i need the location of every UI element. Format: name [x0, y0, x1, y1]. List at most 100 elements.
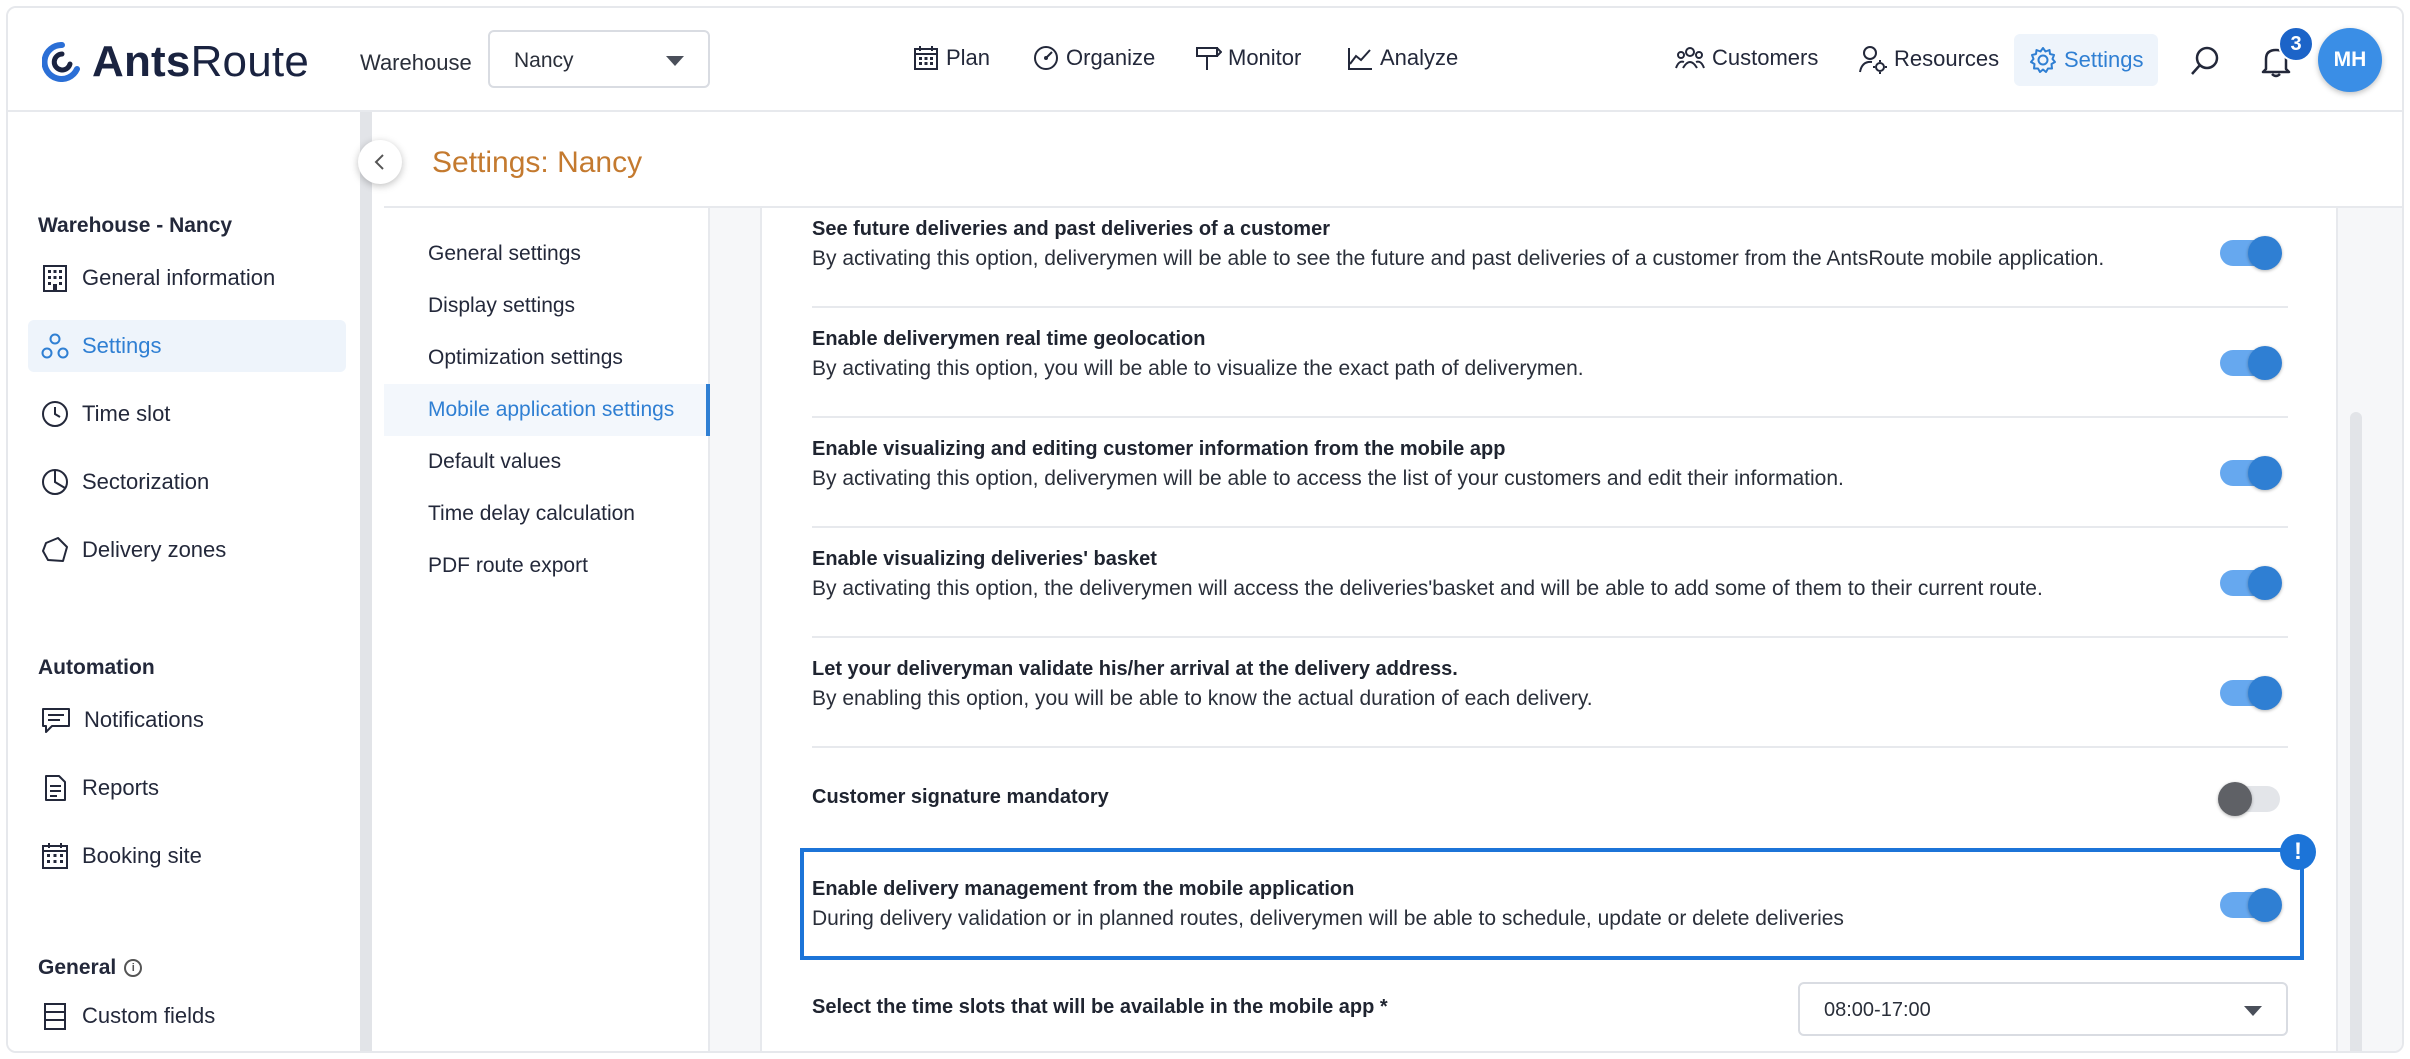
sidebar-item-booking-site[interactable]: Booking site [28, 830, 346, 882]
polygon-zone-icon [42, 537, 68, 562]
sidebar-item-settings[interactable]: Settings [28, 320, 346, 372]
toggle-knob [2248, 676, 2282, 710]
warehouse-select[interactable]: Nancy [488, 30, 710, 88]
option-title: Enable deliverymen real time geolocation [812, 328, 1206, 350]
search-icon [2191, 46, 2219, 75]
clock-icon [42, 401, 68, 427]
sidebar-item-label: Sectorization [82, 469, 210, 494]
app-window: AntsRoute Warehouse Nancy Plan Organize … [6, 6, 2404, 1053]
toggle-knob [2248, 566, 2282, 600]
toggle-real-time-geolocation[interactable] [2220, 346, 2282, 380]
toggle-knob [2248, 888, 2282, 922]
sidebar-section-warehouse: Warehouse - Nancy [38, 214, 233, 237]
warehouse-select-value: Nancy [514, 49, 574, 72]
nav-settings[interactable]: Settings [2014, 34, 2158, 86]
nav-organize-label: Organize [1066, 45, 1156, 70]
sidebar-item-reports[interactable]: Reports [28, 762, 346, 814]
option-title: See future deliveries and past deliverie… [812, 218, 1330, 240]
option-description: By enabling this option, you will be abl… [812, 687, 1593, 710]
logo[interactable]: AntsRoute [42, 34, 309, 90]
user-gear-icon [1859, 46, 1887, 74]
warehouse-label: Warehouse [360, 50, 472, 75]
sidebar-item-sectorization[interactable]: Sectorization [28, 456, 346, 508]
submenu-display-settings[interactable]: Display settings [428, 294, 575, 318]
customers-icon [1675, 47, 1705, 69]
nav-customers-label: Customers [1712, 45, 1819, 70]
option-description: By activating this option, you will be a… [812, 357, 1584, 380]
submenu-default-values[interactable]: Default values [428, 450, 561, 474]
option-description: During delivery validation or in planned… [812, 907, 1844, 930]
building-icon [43, 265, 67, 292]
nav-organize[interactable]: Organize [1032, 44, 1155, 72]
calendar-icon [42, 843, 68, 869]
sidebar-scrollbar[interactable] [360, 112, 372, 1051]
user-avatar[interactable]: MH [2318, 28, 2382, 92]
document-icon [45, 775, 66, 801]
row-divider [812, 746, 2288, 748]
toggle-customer-signature[interactable] [2218, 782, 2280, 816]
calendar-icon [914, 46, 938, 70]
sidebar-item-notifications[interactable]: Notifications [28, 694, 346, 746]
sidebar-section-automation: Automation [38, 656, 155, 679]
chevron-down-icon [666, 56, 684, 66]
option-customer-signature: Customer signature mandatory [812, 786, 2288, 809]
sidebar-item-label: Delivery zones [82, 537, 227, 562]
row-divider [812, 636, 2288, 638]
alert-badge: ! [2280, 834, 2316, 870]
nav-monitor[interactable]: Monitor [1194, 44, 1301, 72]
sidebar-item-custom-fields[interactable]: Custom fields [28, 990, 346, 1042]
submenu-general-settings[interactable]: General settings [428, 242, 581, 266]
search-button[interactable] [2188, 44, 2222, 83]
gauge-icon [1034, 46, 1058, 70]
toggle-customer-information[interactable] [2220, 456, 2282, 490]
submenu-time-delay-calculation[interactable]: Time delay calculation [428, 502, 635, 526]
sidebar-item-general-information[interactable]: General information [28, 252, 346, 304]
option-real-time-geolocation: Enable deliverymen real time geolocation… [812, 328, 2288, 381]
option-title: Enable visualizing deliveries' basket [812, 548, 1157, 570]
sidebar-item-time-slot[interactable]: Time slot [28, 388, 346, 440]
option-description: By activating this option, deliverymen w… [812, 247, 2105, 270]
option-delivery-management: Enable delivery management from the mobi… [812, 878, 2288, 931]
nav-settings-label: Settings [2064, 47, 2144, 72]
chevron-left-icon [374, 154, 384, 170]
time-slots-select[interactable]: 08:00-17:00 [1798, 982, 2288, 1036]
submenu-mobile-application-settings[interactable]: Mobile application settings [428, 398, 674, 422]
list-fields-icon [44, 1003, 66, 1030]
option-description: By activating this option, the deliverym… [812, 577, 2043, 600]
collapse-sidebar-button[interactable] [358, 140, 402, 184]
signpost-icon [1196, 47, 1222, 70]
top-bar: AntsRoute Warehouse Nancy Plan Organize … [8, 8, 2402, 112]
content-scrollbar[interactable] [2350, 412, 2362, 1051]
nav-plan[interactable]: Plan [912, 44, 990, 72]
gear-icon [2030, 47, 2056, 73]
time-slots-label: Select the time slots that will be avail… [812, 996, 1388, 1018]
settings-submenu: General settings Display settings Optimi… [384, 208, 710, 1051]
logo-text: AntsRoute [92, 37, 309, 86]
toggle-deliveries-basket[interactable] [2220, 566, 2282, 600]
option-description: By activating this option, deliverymen w… [812, 467, 1844, 490]
settings-nodes-icon [41, 333, 69, 359]
option-title: Enable delivery management from the mobi… [812, 878, 1355, 900]
left-sidebar: Warehouse - Nancy General information Se… [8, 112, 360, 1051]
time-slots-value: 08:00-17:00 [1824, 999, 1931, 1021]
toggle-future-past-deliveries[interactable] [2220, 236, 2282, 270]
nav-resources[interactable]: Resources [1858, 44, 1999, 74]
chevron-down-icon [2244, 1006, 2262, 1016]
toggle-delivery-management[interactable] [2220, 888, 2282, 922]
option-title: Customer signature mandatory [812, 786, 1109, 808]
sidebar-item-label: Notifications [84, 707, 204, 732]
sidebar-item-delivery-zones[interactable]: Delivery zones [28, 524, 346, 576]
notification-count-badge: 3 [2278, 26, 2314, 62]
toggle-knob [2248, 456, 2282, 490]
sidebar-section-general-label: General [38, 956, 117, 979]
sidebar-item-label: Reports [82, 775, 160, 800]
toggle-validate-arrival[interactable] [2220, 676, 2282, 710]
info-icon[interactable]: i [124, 959, 143, 978]
nav-plan-label: Plan [946, 45, 991, 70]
nav-customers[interactable]: Customers [1674, 44, 1818, 72]
row-divider [812, 526, 2288, 528]
option-future-past-deliveries: See future deliveries and past deliverie… [812, 218, 2288, 271]
submenu-pdf-route-export[interactable]: PDF route export [428, 554, 588, 578]
submenu-optimization-settings[interactable]: Optimization settings [428, 346, 623, 370]
nav-analyze[interactable]: Analyze [1346, 44, 1458, 72]
